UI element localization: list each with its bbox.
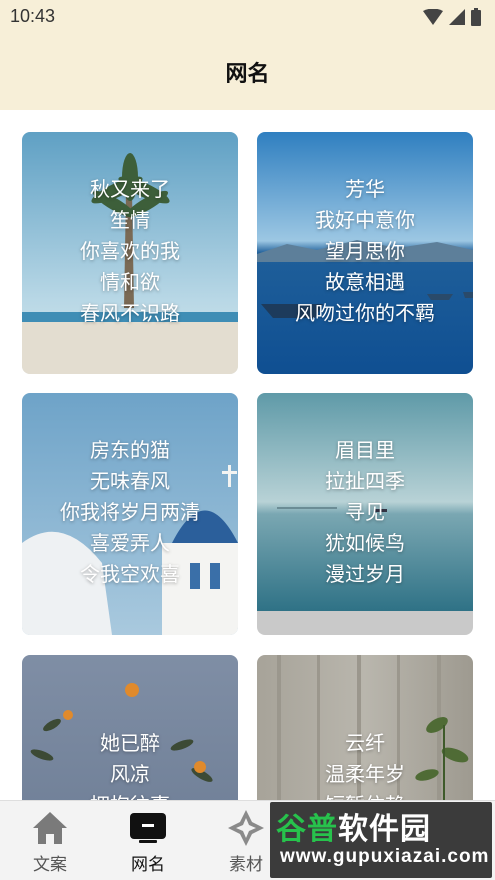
card-line: 望月思你 [325,238,405,263]
signal-icon [449,9,465,25]
card-text: 眉目里 拉扯四季 寻见 犹如候鸟 漫过岁月 [257,393,473,635]
card-line: 我好中意你 [315,207,415,232]
card-line: 漫过岁月 [325,561,405,586]
watermark-title: 谷普软件园 [276,804,431,848]
card-text: 云纤 温柔年岁 短暂依赖 [257,655,473,801]
card-line: 秋又来了 [90,176,170,201]
card-text: 房东的猫 无味春风 你我将岁月两清 喜爱弄人 令我空欢喜 [22,393,238,635]
status-time: 10:43 [10,6,56,26]
home-icon [30,809,70,847]
page-title: 网名 [225,62,270,87]
card-text: 芳华 我好中意你 望月思你 故意相遇 风吻过你的不羁 [257,132,473,374]
card-line: 房东的猫 [90,437,170,462]
card-line: 无味春风 [90,468,170,493]
watermark-url: www.gupuxiazai.com [280,846,490,867]
card-line: 春风不识路 [80,300,180,325]
card-line: 令我空欢喜 [80,561,180,586]
card-line: 风吻过你的不羁 [295,300,435,325]
card-text: 她已醉 风凉 拥抱往事 [22,655,238,801]
card-line: 寻见 [345,499,385,524]
card-line: 你喜欢的我 [80,238,180,263]
card-line: 你我将岁月两清 [60,499,200,524]
nickname-card[interactable]: 秋又来了 笙情 你喜欢的我 情和欲 春风不识路 [22,132,238,374]
tab-label: 素材 [229,855,263,875]
diamond-star-icon [226,809,266,847]
card-line: 温柔年岁 [325,761,405,786]
card-line: 犹如候鸟 [325,530,405,555]
card-grid[interactable]: 秋又来了 笙情 你喜欢的我 情和欲 春风不识路 芳华 我好中意你 望月思你 故意… [0,110,495,800]
card-line: 故意相遇 [325,269,405,294]
tab-label: 文案 [33,855,67,875]
wifi-icon [423,9,443,25]
nickname-card[interactable]: 眉目里 拉扯四季 寻见 犹如候鸟 漫过岁月 [257,393,473,635]
tab-wangming[interactable]: 网名 [99,801,197,880]
card-line: 芳华 [345,176,385,201]
card-line: 拥抱往事 [90,790,170,801]
tv-icon [128,809,168,847]
tab-wenan[interactable]: 文案 [1,801,99,880]
battery-icon [471,8,481,26]
nickname-card[interactable]: 芳华 我好中意你 望月思你 故意相遇 风吻过你的不羁 [257,132,473,374]
card-line: 她已醉 [100,730,160,755]
nickname-card[interactable]: 房东的猫 无味春风 你我将岁月两清 喜爱弄人 令我空欢喜 [22,393,238,635]
card-line: 拉扯四季 [325,468,405,493]
card-line: 笙情 [110,207,150,232]
watermark-title-part2: 软件园 [338,812,431,847]
nickname-card[interactable]: 她已醉 风凉 拥抱往事 [22,655,238,800]
card-line: 风凉 [110,761,150,786]
card-text: 秋又来了 笙情 你喜欢的我 情和欲 春风不识路 [22,132,238,374]
card-line: 短暂依赖 [325,790,405,801]
watermark-title-part1: 谷普 [276,812,338,847]
status-icons [423,8,481,26]
tab-label: 网名 [131,855,165,875]
status-bar: 10:43 [0,0,495,34]
card-line: 情和欲 [100,269,160,294]
app-bar: 网名 [0,34,495,110]
nickname-card[interactable]: 云纤 温柔年岁 短暂依赖 [257,655,473,800]
card-line: 云纤 [345,730,385,755]
card-line: 喜爱弄人 [90,530,170,555]
card-line: 眉目里 [335,437,395,462]
watermark-logo: 谷普软件园 www.gupuxiazai.com [270,802,492,878]
